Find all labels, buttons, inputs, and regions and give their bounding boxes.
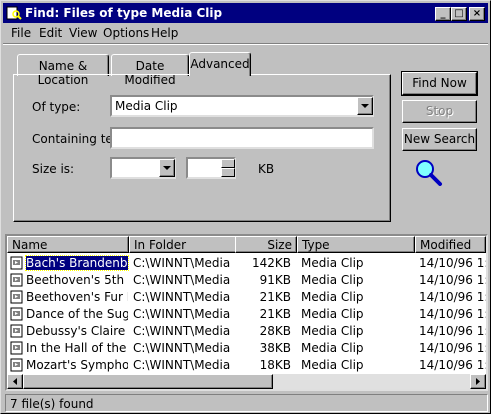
col-header-type[interactable]: Type bbox=[297, 236, 415, 253]
media-clip-file-icon bbox=[10, 358, 23, 372]
cell-modified: 14/10/96 1:3 bbox=[419, 290, 486, 304]
new-search-button[interactable]: New Search bbox=[402, 128, 477, 151]
menu-separator bbox=[3, 43, 488, 45]
size-spin-buttons[interactable] bbox=[221, 159, 235, 177]
table-row[interactable]: Mozart's Symphon... C:\WINNT\Media 18KB Med… bbox=[7, 357, 486, 374]
containing-text-input[interactable] bbox=[110, 127, 374, 149]
cell-name[interactable]: Bach's Brandenbu... bbox=[25, 255, 129, 271]
menu-help[interactable]: Help bbox=[151, 26, 178, 40]
scroll-thumb[interactable] bbox=[23, 374, 273, 389]
table-row[interactable]: Dance of the Sug... C:\WINNT\Media 21KB Med… bbox=[7, 306, 486, 323]
col-header-size[interactable]: Size bbox=[235, 236, 297, 253]
cell-name[interactable]: Beethoven's Fur El... bbox=[26, 290, 128, 304]
cell-modified: 14/10/96 1:3 bbox=[419, 256, 486, 270]
media-clip-file-icon bbox=[10, 307, 23, 321]
cell-size: 38KB bbox=[259, 341, 291, 355]
cell-name[interactable]: In the Hall of the ... bbox=[26, 341, 128, 355]
size-operator-dropdown-button[interactable] bbox=[159, 159, 175, 177]
col-header-modified[interactable]: Modified bbox=[415, 236, 486, 253]
media-clip-file-icon bbox=[10, 273, 23, 287]
cell-modified: 14/10/96 1:3 bbox=[419, 324, 486, 338]
find-now-button[interactable]: Find Now bbox=[401, 71, 478, 96]
stop-button[interactable]: Stop bbox=[402, 100, 477, 123]
size-is-label: Size is: bbox=[32, 162, 75, 176]
media-clip-file-icon bbox=[10, 290, 23, 304]
cell-folder: C:\WINNT\Media bbox=[133, 273, 231, 287]
media-clip-file-icon bbox=[10, 324, 23, 338]
size-unit-label: KB bbox=[258, 162, 275, 176]
cell-folder: C:\WINNT\Media bbox=[133, 341, 231, 355]
media-clip-file-icon bbox=[10, 341, 23, 355]
table-row[interactable]: Debussy's Claire d... C:\WINNT\Media 28KB M… bbox=[7, 323, 486, 340]
cell-type: Media Clip bbox=[301, 273, 364, 287]
tab-date-modified[interactable]: Date Modified bbox=[111, 54, 189, 87]
menu-edit[interactable]: Edit bbox=[39, 26, 62, 40]
of-type-value: Media Clip bbox=[115, 99, 178, 113]
cell-size: 142KB bbox=[251, 256, 291, 270]
search-magnifier-icon bbox=[416, 160, 442, 186]
cell-modified: 14/10/96 1:3 bbox=[419, 341, 486, 355]
cell-name[interactable]: Dance of the Sug... bbox=[26, 307, 128, 321]
spin-down-icon[interactable] bbox=[221, 168, 235, 177]
status-bar: 7 file(s) found bbox=[5, 394, 488, 412]
cell-size: 21KB bbox=[259, 290, 291, 304]
menu-view[interactable]: View bbox=[69, 26, 97, 40]
cell-type: Media Clip bbox=[301, 290, 364, 304]
of-type-select[interactable]: Media Clip bbox=[110, 95, 374, 117]
cell-size: 28KB bbox=[259, 324, 291, 338]
cell-modified: 14/10/96 1:3 bbox=[419, 307, 486, 321]
find-window-icon bbox=[6, 6, 22, 20]
of-type-dropdown-button[interactable] bbox=[357, 97, 373, 115]
of-type-label: Of type: bbox=[32, 100, 81, 114]
cell-size: 21KB bbox=[259, 307, 291, 321]
tab-advanced[interactable]: Advanced bbox=[189, 52, 251, 76]
scroll-left-icon[interactable] bbox=[7, 374, 23, 389]
cell-size: 18KB bbox=[259, 358, 291, 372]
menu-file[interactable]: File bbox=[11, 26, 31, 40]
status-text: 7 file(s) found bbox=[10, 397, 94, 411]
minimize-button[interactable]: _ bbox=[435, 7, 451, 21]
scroll-right-icon[interactable] bbox=[470, 374, 486, 389]
tab-name-location[interactable]: Name & Location bbox=[17, 54, 109, 87]
col-header-name[interactable]: Name bbox=[7, 236, 129, 253]
cell-modified: 14/10/96 1:3 bbox=[419, 273, 486, 287]
cell-type: Media Clip bbox=[301, 324, 364, 338]
menu-bar: File Edit View Options Help bbox=[3, 24, 488, 42]
spin-up-icon[interactable] bbox=[221, 159, 235, 168]
media-clip-file-icon bbox=[10, 256, 23, 270]
cell-type: Media Clip bbox=[301, 341, 364, 355]
cell-name[interactable]: Mozart's Symphon... bbox=[26, 358, 128, 372]
table-row[interactable]: In the Hall of the ... C:\WINNT\Media 38KB… bbox=[7, 340, 486, 357]
window-title: Find: Files of type Media Clip bbox=[25, 6, 223, 20]
cell-name[interactable]: Beethoven's 5th S... bbox=[26, 273, 128, 287]
close-button[interactable]: × bbox=[469, 7, 485, 21]
cell-type: Media Clip bbox=[301, 358, 364, 372]
menu-options[interactable]: Options bbox=[103, 26, 149, 40]
horizontal-scrollbar[interactable] bbox=[7, 374, 486, 389]
title-bar[interactable]: Find: Files of type Media Clip _ □ × bbox=[3, 3, 488, 23]
results-list[interactable]: Name In Folder Size Type Modified Bach's… bbox=[5, 234, 488, 391]
cell-folder: C:\WINNT\Media bbox=[133, 256, 231, 270]
cell-folder: C:\WINNT\Media bbox=[133, 290, 231, 304]
table-row[interactable]: Beethoven's Fur El... C:\WINNT\Media 21KB M… bbox=[7, 289, 486, 306]
maximize-button[interactable]: □ bbox=[451, 7, 467, 21]
cell-folder: C:\WINNT\Media bbox=[133, 358, 231, 372]
cell-type: Media Clip bbox=[301, 307, 364, 321]
table-row[interactable]: Bach's Brandenbu... C:\WINNT\Media 142KB Me… bbox=[7, 255, 486, 272]
cell-size: 91KB bbox=[259, 273, 291, 287]
cell-folder: C:\WINNT\Media bbox=[133, 307, 231, 321]
cell-name[interactable]: Debussy's Claire d... bbox=[26, 324, 128, 338]
advanced-panel: Of type: Media Clip Containing text: Siz… bbox=[13, 74, 391, 222]
find-window: Find: Files of type Media Clip _ □ × Fil… bbox=[0, 0, 491, 414]
cell-modified: 14/10/96 1:3 bbox=[419, 358, 486, 372]
cell-folder: C:\WINNT\Media bbox=[133, 324, 231, 338]
cell-type: Media Clip bbox=[301, 256, 364, 270]
table-row[interactable]: Beethoven's 5th S... C:\WINNT\Media 91KB Me… bbox=[7, 272, 486, 289]
